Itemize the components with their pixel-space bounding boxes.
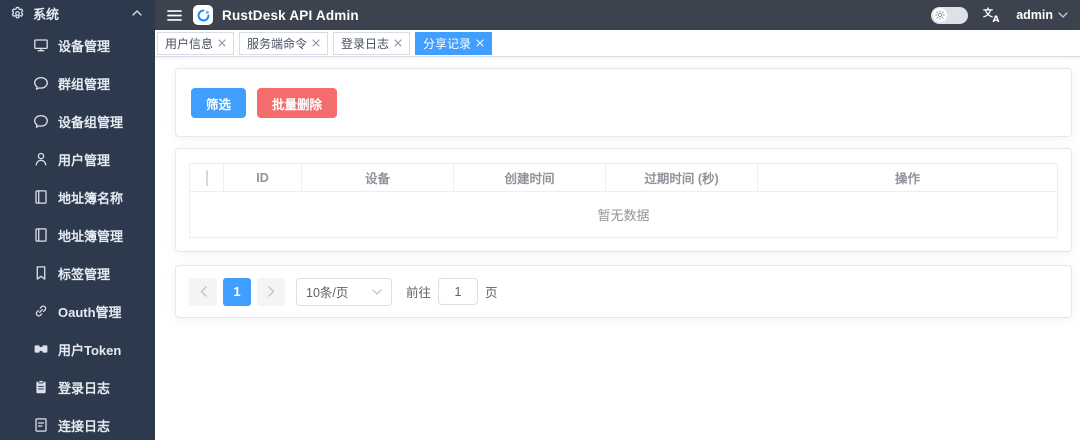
chevron-down-icon (1058, 12, 1068, 18)
close-icon[interactable] (394, 39, 402, 47)
page-unit-label: 页 (485, 286, 498, 300)
sidebar-item-label: 标签管理 (58, 266, 111, 282)
sidebar-item-device-group-management[interactable]: 设备组管理 (0, 102, 155, 140)
tab-login-log[interactable]: 登录日志 (333, 31, 411, 55)
column-header-expire-seconds: 过期时间 (秒) (605, 163, 758, 192)
main-content: 筛选 批量删除 ID 设备 创建时间 过期时间 (秒) 操作 暂无数据 1 10… (155, 57, 1080, 440)
bulk-delete-button[interactable]: 批量删除 (257, 88, 338, 118)
prev-page-button[interactable] (189, 277, 217, 306)
sidebar-item-label: 设备组管理 (58, 114, 124, 130)
chat-icon (33, 113, 49, 129)
gear-icon (10, 6, 25, 21)
monitor-icon (33, 37, 49, 53)
sidebar: 系统 设备管理 群组管理 设备组管理 用户管理 地址簿名称 地址簿管理 标签管理… (0, 0, 155, 440)
goto-label: 前往 (406, 286, 432, 300)
rustdesk-logo (193, 5, 213, 25)
chat-icon (33, 75, 49, 91)
app-title: RustDesk API Admin (222, 7, 359, 23)
table-card: ID 设备 创建时间 过期时间 (秒) 操作 暂无数据 (175, 148, 1072, 252)
sidebar-item-tag-management[interactable]: 标签管理 (0, 254, 155, 292)
link-icon (33, 303, 49, 319)
chevron-down-icon (372, 288, 382, 295)
document-icon (33, 417, 49, 433)
bookmark-icon (33, 265, 49, 281)
theme-toggle[interactable] (931, 6, 969, 24)
sidebar-item-device-management[interactable]: 设备管理 (0, 26, 155, 64)
chevron-up-icon (132, 10, 142, 16)
column-header-device: 设备 (301, 163, 454, 192)
tab-label: 用户信息 (165, 36, 214, 51)
address-book-icon (33, 189, 49, 205)
sidebar-item-label: 地址簿名称 (58, 190, 124, 206)
sidebar-item-user-token[interactable]: 用户Token (0, 330, 155, 368)
sidebar-item-address-book-name[interactable]: 地址簿名称 (0, 178, 155, 216)
close-icon[interactable] (218, 39, 226, 47)
filter-button[interactable]: 筛选 (191, 88, 247, 118)
select-all-header (189, 163, 224, 192)
sidebar-item-user-management[interactable]: 用户管理 (0, 140, 155, 178)
page-number-button[interactable]: 1 (223, 277, 251, 306)
column-header-created-at: 创建时间 (453, 163, 606, 192)
sidebar-item-oauth-management[interactable]: Oauth管理 (0, 292, 155, 330)
sidebar-item-label: 群组管理 (58, 76, 111, 92)
pagination-card: 1 10条/页 前往 页 (175, 265, 1072, 318)
address-book-icon (33, 227, 49, 243)
sidebar-item-label: 设备管理 (58, 38, 111, 54)
sidebar-item-address-book-management[interactable]: 地址簿管理 (0, 216, 155, 254)
page-size-value: 10条/页 (306, 286, 349, 300)
sidebar-item-label: 用户Token (58, 342, 122, 358)
goto-page-input[interactable] (438, 278, 479, 305)
sidebar-item-label: 地址簿管理 (58, 228, 124, 244)
sidebar-group-label: 系统 (33, 6, 60, 22)
tab-label: 登录日志 (341, 36, 390, 51)
topbar: RustDesk API Admin 文 A admin (155, 0, 1080, 30)
username: admin (1016, 8, 1053, 22)
page-size-select[interactable]: 10条/页 (296, 277, 392, 306)
empty-row: 暂无数据 (189, 191, 1058, 238)
sidebar-group-system[interactable]: 系统 (0, 0, 155, 26)
sidebar-item-label: 用户管理 (58, 152, 111, 168)
close-icon[interactable] (312, 39, 320, 47)
language-switch-icon[interactable]: 文 A (983, 7, 1001, 23)
toolbar-card: 筛选 批量删除 (175, 68, 1072, 137)
app-window: 系统 设备管理 群组管理 设备组管理 用户管理 地址簿名称 地址簿管理 标签管理… (0, 0, 1080, 440)
column-header-actions: 操作 (757, 163, 1058, 192)
column-header-id: ID (223, 163, 302, 192)
empty-state-text: 暂无数据 (189, 191, 1058, 238)
tab-user-info[interactable]: 用户信息 (157, 31, 235, 55)
sidebar-item-group-management[interactable]: 群组管理 (0, 64, 155, 102)
hamburger-menu-icon[interactable] (167, 9, 182, 22)
share-records-table: ID 设备 创建时间 过期时间 (秒) 操作 暂无数据 (189, 163, 1058, 238)
tabs-bar: 用户信息 服务端命令 登录日志 分享记录 (155, 30, 1080, 57)
user-icon (33, 151, 49, 167)
select-all-checkbox[interactable] (205, 169, 208, 186)
tab-server-command[interactable]: 服务端命令 (239, 31, 329, 55)
tab-label: 分享记录 (423, 36, 472, 51)
sun-icon (932, 8, 947, 22)
clipboard-icon (33, 379, 49, 395)
sidebar-item-label: 连接日志 (58, 418, 111, 434)
sidebar-item-connection-log[interactable]: 连接日志 (0, 406, 155, 440)
close-icon[interactable] (476, 39, 484, 47)
ticket-icon (33, 341, 49, 357)
next-page-button[interactable] (257, 277, 285, 306)
user-dropdown[interactable]: admin (1016, 8, 1068, 22)
sidebar-item-login-log[interactable]: 登录日志 (0, 368, 155, 406)
table-header-row: ID 设备 创建时间 过期时间 (秒) 操作 (189, 163, 1058, 192)
svg-text:A: A (993, 15, 1000, 23)
tab-label: 服务端命令 (247, 36, 308, 51)
sidebar-item-label: 登录日志 (58, 380, 111, 396)
tab-share-records[interactable]: 分享记录 (415, 31, 493, 55)
sidebar-item-label: Oauth管理 (58, 304, 122, 320)
